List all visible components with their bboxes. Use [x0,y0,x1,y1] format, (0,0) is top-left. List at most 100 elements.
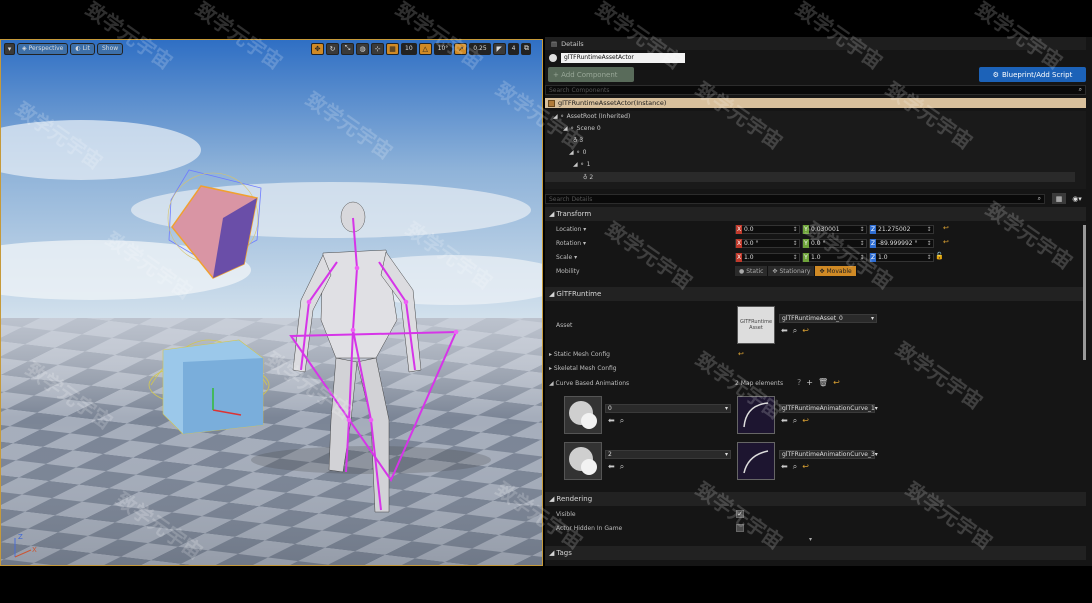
actor-hidden-checkbox[interactable] [736,524,744,532]
scale-snap-button[interactable]: ↗ [454,42,468,55]
details-tab[interactable]: ▤ Details [545,37,1086,50]
tree-item-scene0[interactable]: ◢ ⚬ Scene 0 [563,125,601,132]
curve-key-thumbnail-0[interactable] [564,396,602,434]
scene-component-icon: ⚬ [569,125,575,132]
maximize-viewport-button[interactable]: ⧉ [521,42,532,55]
level-viewport[interactable]: Z X ▾ ◈ Perspective ◐ Lit Show ✥ ↻ ⤡ ◍ ⊹ ▦… [0,39,543,566]
tree-item-1[interactable]: ◢ ⚬ 1 [573,161,590,168]
curve-animations-row[interactable]: ◢ Curve Based Animations [549,380,629,387]
scale-x-field[interactable]: X 1.0 ↕ [735,253,800,262]
add-icon[interactable]: + [806,378,813,387]
rotation-x-field[interactable]: X 0.0 ° ↕ [735,239,800,248]
use-selected-icon[interactable]: ⬅ [608,462,615,472]
curve-key-field-1[interactable]: 2 ▾ [605,450,731,459]
blueprint-add-script-button[interactable]: ⚙ Blueprint/Add Script [979,67,1086,82]
reset-icon[interactable]: ↩ [802,326,809,336]
rotation-label[interactable]: Rotation ▾ [556,240,586,247]
scale-snap-value[interactable]: 0.25 [469,42,491,55]
reset-static-mesh-icon[interactable]: ↩ [738,350,744,358]
camera-speed-button[interactable]: ◤ [492,42,506,55]
tree-item-2[interactable]: ♁ 2 [545,172,1075,182]
reset-location-icon[interactable]: ↩ [943,224,949,232]
visible-checkbox[interactable]: ✓ [736,510,744,518]
browse-icon[interactable]: ⌕ [620,416,624,426]
advanced-expand-icon[interactable]: ▾ [809,536,812,543]
location-y-field[interactable]: Y 0.030001 ↕ [802,225,867,234]
perspective-button[interactable]: ◈ Perspective [17,42,69,55]
details-view-options: ▦ ◉▾ [1052,193,1085,204]
location-z-field[interactable]: Z 21.275002 ↕ [869,225,934,234]
use-selected-icon[interactable]: ⬅ [781,462,788,472]
tags-section-header[interactable]: ◢ Tags [545,546,1086,560]
search-icon: ⌕ [1037,195,1041,202]
instance-root-item[interactable]: glTFRuntimeAssetActor(Instance) [545,98,1086,108]
reset-rotation-icon[interactable]: ↩ [943,238,949,246]
curve-value-thumbnail-1[interactable] [737,442,775,480]
lit-button[interactable]: ◐ Lit [70,42,95,55]
mobility-static-option[interactable]: ● Static [735,266,769,276]
add-component-button[interactable]: + Add Component [548,67,634,82]
use-selected-icon[interactable]: ⬅ [608,416,615,426]
grid-snap-value[interactable]: 10 [401,42,417,55]
asset-combo[interactable]: glTFRuntimeAsset_0 ▾ [779,314,877,323]
rotate-mode-button[interactable]: ↻ [326,42,339,55]
tree-item-assetroot[interactable]: ◢ ⚬ AssetRoot (Inherited) [553,113,630,120]
world-local-button[interactable]: ◍ [356,42,369,55]
rendering-section-header[interactable]: ◢ Rendering [545,492,1086,506]
scale-mode-button[interactable]: ⤡ [341,42,354,55]
viewport-scene[interactable]: Z X [1,40,543,566]
browse-icon[interactable]: ⌕ [620,462,624,472]
mobility-movable-option[interactable]: ✥ Movable [815,266,857,276]
property-matrix-button[interactable]: ▦ [1052,193,1066,204]
browse-icon[interactable]: ⌕ [793,416,797,426]
use-selected-icon[interactable]: ⬅ [781,326,788,336]
curve-value-thumbnail-0[interactable] [737,396,775,434]
help-icon[interactable]: ? [797,378,801,387]
location-x-field[interactable]: X 0.0 ↕ [735,225,800,234]
reset-icon[interactable]: ↩ [802,462,809,472]
browse-icon[interactable]: ⌕ [793,326,797,336]
asset-thumbnail[interactable]: GlTFRuntime Asset [737,306,775,344]
gltfruntime-section-header[interactable]: ◢ GlTFRuntime [545,287,1086,301]
rotation-snap-value[interactable]: 10° [433,42,453,55]
actor-name-input[interactable]: glTFRuntimeAssetActor [561,52,685,63]
curve-key-field-0[interactable]: 0 ▾ [605,404,731,413]
search-components-input[interactable]: Search Components ⌕ [545,85,1086,95]
tree-item-3[interactable]: ♁ 3 [573,137,583,144]
show-button[interactable]: Show [97,42,124,55]
camera-speed-value[interactable]: 4 [507,42,520,55]
view-options-button[interactable]: ◉▾ [1069,193,1085,204]
curve-value-combo-0[interactable]: glTFRuntimeAnimationCurve_1 ▾ [779,404,878,413]
search-details-input[interactable]: Search Details ⌕ [545,194,1045,204]
scale-label[interactable]: Scale ▾ [556,254,577,261]
chevron-down-icon: ▾ [874,451,878,458]
rotation-y-field[interactable]: Y 0.0 ° ↕ [802,239,867,248]
transform-section-header[interactable]: ◢ Transform [545,207,1086,221]
scale-icon: ⤡ [344,44,351,52]
trash-icon[interactable]: 🗑 [818,378,828,387]
bone-icon: ♁ [583,173,588,181]
tree-item-0[interactable]: ◢ ⚬ 0 [569,149,586,156]
skeletal-mesh-config-row[interactable]: ▸ Skeletal Mesh Config [549,365,617,372]
grid-snap-button[interactable]: ▦ [386,42,399,55]
reset-icon[interactable]: ↩ [802,416,809,426]
use-selected-icon[interactable]: ⬅ [781,416,788,426]
mobility-stationary-option[interactable]: ✥ Stationary [768,266,816,276]
scale-z-field[interactable]: Z 1.0 ↕ [869,253,934,262]
spin-icon: ↕ [926,240,932,247]
curve-value-combo-1[interactable]: glTFRuntimeAnimationCurve_3 ▾ [779,450,878,459]
details-scrollbar[interactable] [1083,225,1086,360]
static-mesh-config-row[interactable]: ▸ Static Mesh Config [549,351,610,358]
rotation-z-field[interactable]: Z -89.999992 ° ↕ [869,239,934,248]
viewport-options-button[interactable]: ▾ [4,42,15,55]
surface-snap-button[interactable]: ⊹ [371,42,384,55]
curve-key-thumbnail-1[interactable] [564,442,602,480]
reset-icon[interactable]: ↩ [833,378,840,387]
translate-mode-button[interactable]: ✥ [311,42,324,55]
lock-scale-icon[interactable]: 🔓 [935,252,944,260]
mobility-selector: ● Static ✥ Stationary ✥ Movable [735,266,857,276]
location-label[interactable]: Location ▾ [556,226,586,233]
rotation-snap-button[interactable]: △ [418,42,432,55]
browse-icon[interactable]: ⌕ [793,462,797,472]
scale-y-field[interactable]: Y 1.0 ↕ [802,253,867,262]
